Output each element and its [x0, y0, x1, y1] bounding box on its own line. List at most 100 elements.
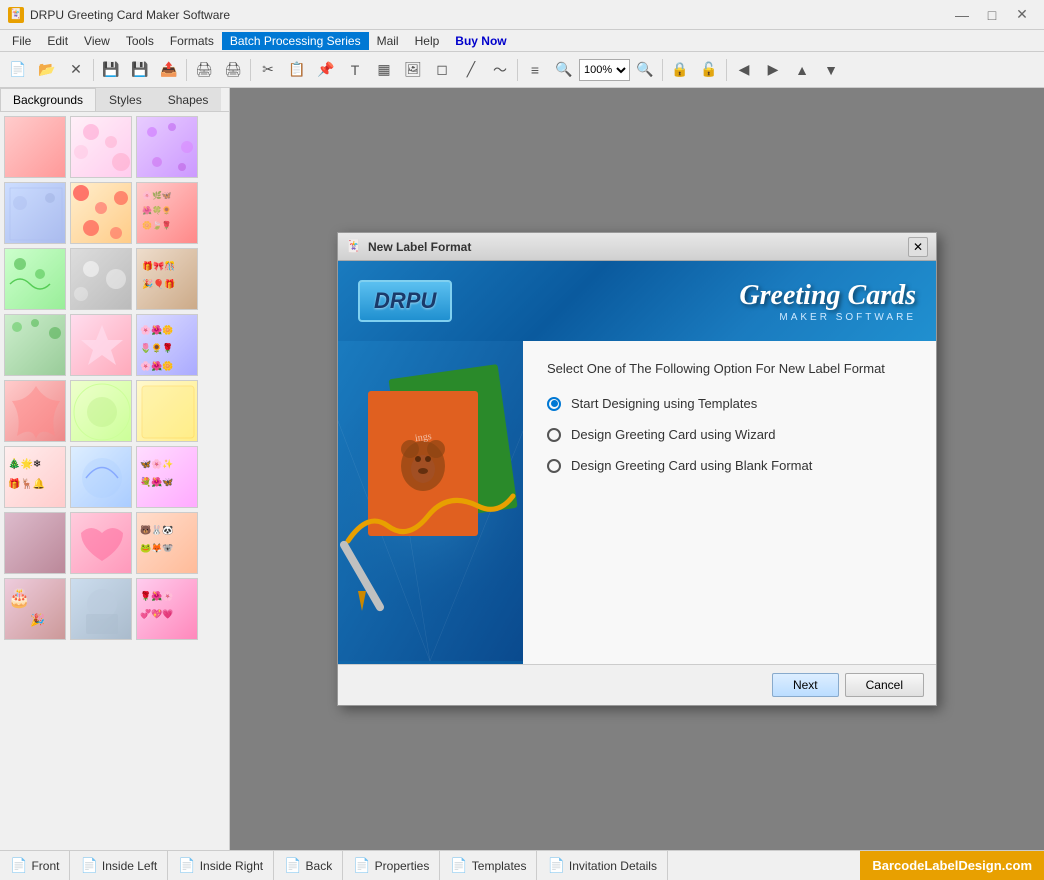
thumbnail-9[interactable]: 🎁🎀🎊🎉🎈🎁	[136, 248, 198, 310]
thumbnail-1[interactable]	[4, 116, 66, 178]
menu-file[interactable]: File	[4, 32, 39, 50]
thumbnail-3[interactable]	[136, 116, 198, 178]
toolbar-image[interactable]: 🖼	[399, 56, 427, 84]
menu-tools[interactable]: Tools	[118, 32, 162, 50]
menu-formats[interactable]: Formats	[162, 32, 222, 50]
radio-option-templates[interactable]: Start Designing using Templates	[547, 396, 912, 411]
toolbar-save[interactable]: 💾	[97, 56, 125, 84]
status-invitation-details-label: Invitation Details	[569, 859, 657, 873]
status-back[interactable]: 📄 Back	[274, 851, 343, 880]
thumbnail-15[interactable]	[136, 380, 198, 442]
toolbar-up[interactable]: ▲	[788, 56, 816, 84]
toolbar-zoom-out-icon[interactable]: 🔍	[631, 56, 659, 84]
tab-backgrounds[interactable]: Backgrounds	[0, 88, 96, 111]
status-properties[interactable]: 📄 Properties	[343, 851, 440, 880]
dialog-options-panel: Select One of The Following Option For N…	[523, 341, 936, 664]
thumbnail-8[interactable]	[70, 248, 132, 310]
radio-btn-blank[interactable]	[547, 459, 561, 473]
toolbar-shape[interactable]: ◻	[428, 56, 456, 84]
toolbar-fwd[interactable]: ▶	[759, 56, 787, 84]
dialog-title-bar: 🃏 New Label Format ✕	[338, 233, 936, 261]
dialog-overlay: 🃏 New Label Format ✕ DRPU Greeting Cards…	[230, 88, 1044, 850]
toolbar-new[interactable]: 📄	[4, 56, 32, 84]
minimize-button[interactable]: —	[948, 4, 976, 26]
thumb-row	[4, 380, 225, 442]
svg-text:🦋🌸✨: 🦋🌸✨	[140, 458, 174, 469]
thumbnail-19[interactable]	[4, 512, 66, 574]
thumbnail-21[interactable]: 🐻🐰🐼🐸🦊🐨	[136, 512, 198, 574]
dialog-close-button[interactable]: ✕	[908, 237, 928, 257]
radio-btn-templates[interactable]	[547, 397, 561, 411]
left-panel: Backgrounds Styles Shapes	[0, 88, 230, 850]
status-templates[interactable]: 📄 Templates	[440, 851, 537, 880]
toolbar-print[interactable]: 🖨	[190, 56, 218, 84]
thumbnail-13[interactable]	[4, 380, 66, 442]
thumbnail-20[interactable]	[70, 512, 132, 574]
toolbar-align[interactable]: ≡	[521, 56, 549, 84]
cancel-button[interactable]: Cancel	[845, 673, 924, 697]
zoom-select[interactable]: 100% 50% 150% 200%	[579, 59, 630, 81]
radio-option-wizard[interactable]: Design Greeting Card using Wizard	[547, 427, 912, 442]
inside-left-icon: 📄	[80, 857, 97, 874]
thumbnail-5[interactable]	[70, 182, 132, 244]
toolbar: 📄 📂 ✕ 💾 💾 📤 🖨 🖨 ✂ 📋 📌 T ▦ 🖼 ◻ ╱ 〜 ≡ 🔍 10…	[0, 52, 1044, 88]
toolbar-line[interactable]: ╱	[457, 56, 485, 84]
radio-option-blank[interactable]: Design Greeting Card using Blank Format	[547, 458, 912, 473]
thumbnail-12[interactable]: 🌸🌺🌼🌷🌻🌹🌸🌺🌼	[136, 314, 198, 376]
thumbnail-6[interactable]: 🌸🌿🦋🌺🍀🌻🌼🍃🌹	[136, 182, 198, 244]
svg-text:💐🌺🦋: 💐🌺🦋	[140, 476, 174, 488]
next-button[interactable]: Next	[772, 673, 839, 697]
dialog-title-icon: 🃏	[346, 239, 362, 255]
toolbar-export[interactable]: 📤	[155, 56, 183, 84]
toolbar-cut[interactable]: ✂	[254, 56, 282, 84]
status-inside-left[interactable]: 📄 Inside Left	[70, 851, 168, 880]
menu-edit[interactable]: Edit	[39, 32, 76, 50]
radio-btn-wizard[interactable]	[547, 428, 561, 442]
zoom-control[interactable]: 100% 50% 150% 200%	[579, 59, 630, 81]
menu-view[interactable]: View	[76, 32, 118, 50]
menu-mail[interactable]: Mail	[369, 32, 407, 50]
tab-shapes[interactable]: Shapes	[155, 88, 222, 111]
close-button[interactable]: ✕	[1008, 4, 1036, 26]
thumbnail-17[interactable]	[70, 446, 132, 508]
toolbar-unlock[interactable]: 🔓	[695, 56, 723, 84]
tab-styles[interactable]: Styles	[96, 88, 155, 111]
toolbar-open[interactable]: 📂	[33, 56, 61, 84]
thumbnails-area: 🌸🌿🦋🌺🍀🌻🌼🍃🌹 🎁🎀🎊🎉🎈🎁	[0, 112, 229, 850]
properties-icon: 📄	[353, 857, 370, 874]
thumbnail-11[interactable]	[70, 314, 132, 376]
maximize-button[interactable]: □	[978, 4, 1006, 26]
thumbnail-24[interactable]: 🌹🌺🌸💞💖💗	[136, 578, 198, 640]
toolbar-paste[interactable]: 📌	[312, 56, 340, 84]
toolbar-wavy[interactable]: 〜	[486, 56, 514, 84]
svg-text:🐸🦊🐨: 🐸🦊🐨	[140, 543, 174, 553]
thumbnail-2[interactable]	[70, 116, 132, 178]
toolbar-print2[interactable]: 🖨	[219, 56, 247, 84]
status-inside-right-label: Inside Right	[200, 859, 263, 873]
thumbnail-18[interactable]: 🦋🌸✨ 💐🌺🦋	[136, 446, 198, 508]
thumbnail-14[interactable]	[70, 380, 132, 442]
status-inside-right[interactable]: 📄 Inside Right	[168, 851, 274, 880]
thumbnail-4[interactable]	[4, 182, 66, 244]
menu-batch-processing[interactable]: Batch Processing Series	[222, 32, 369, 50]
menu-help[interactable]: Help	[407, 32, 448, 50]
toolbar-down[interactable]: ▼	[817, 56, 845, 84]
toolbar-save-as[interactable]: 💾	[126, 56, 154, 84]
toolbar-text[interactable]: T	[341, 56, 369, 84]
menu-buy-now[interactable]: Buy Now	[447, 32, 514, 50]
toolbar-back[interactable]: ◀	[730, 56, 758, 84]
status-front[interactable]: 📄 Front	[0, 851, 70, 880]
svg-text:🌸🌺🌼: 🌸🌺🌼	[140, 324, 174, 335]
toolbar-zoom-in-icon[interactable]: 🔍	[550, 56, 578, 84]
thumbnail-10[interactable]	[4, 314, 66, 376]
thumbnail-22[interactable]: 🎂🎉	[4, 578, 66, 640]
thumbnail-23[interactable]	[70, 578, 132, 640]
thumbnail-7[interactable]	[4, 248, 66, 310]
toolbar-copy[interactable]: 📋	[283, 56, 311, 84]
toolbar-close[interactable]: ✕	[62, 56, 90, 84]
thumbnail-16[interactable]: 🎄🌟❄🎁🦌🔔	[4, 446, 66, 508]
status-invitation-details[interactable]: 📄 Invitation Details	[537, 851, 667, 880]
thumb-row: 🌸🌺🌼🌷🌻🌹🌸🌺🌼	[4, 314, 225, 376]
toolbar-barcode[interactable]: ▦	[370, 56, 398, 84]
toolbar-lock[interactable]: 🔒	[666, 56, 694, 84]
